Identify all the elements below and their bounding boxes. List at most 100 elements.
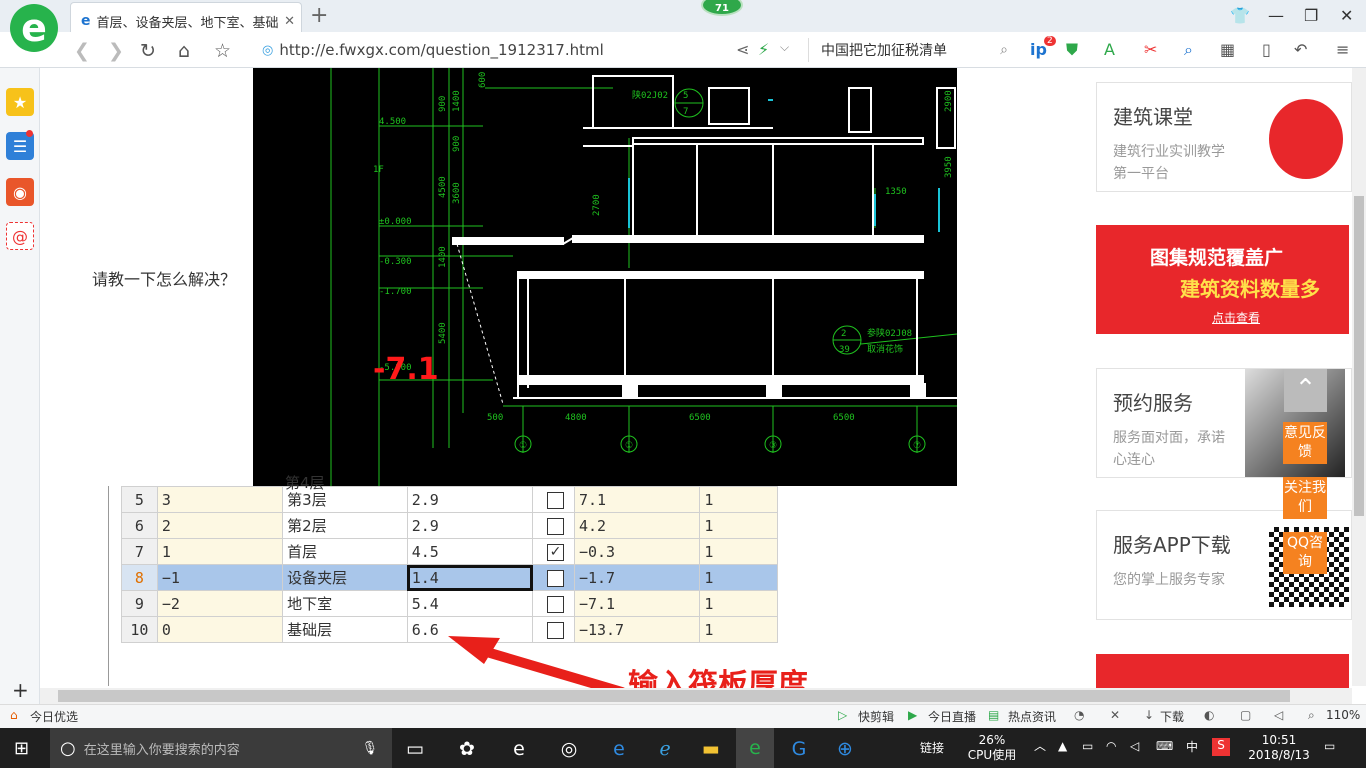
- volume-icon[interactable]: ◁: [1130, 739, 1139, 754]
- mail-icon[interactable]: @: [6, 222, 34, 250]
- search-input[interactable]: 中国把它加征税清单 ⌕: [808, 38, 1008, 62]
- bottom-elevation-cell[interactable]: 4.2: [573, 512, 701, 539]
- status-today-picks[interactable]: 今日优选: [30, 708, 78, 725]
- banner-cta[interactable]: 点击查看: [1212, 309, 1260, 326]
- notify-bell-icon[interactable]: ▲: [1058, 739, 1067, 754]
- checkbox[interactable]: [547, 517, 564, 535]
- clock[interactable]: 10:51 2018/8/13: [1244, 733, 1314, 763]
- floor-name-cell[interactable]: 设备夹层: [282, 564, 408, 591]
- bottom-elevation-cell[interactable]: −1.7: [573, 564, 701, 591]
- shield-icon[interactable]: ⛊: [1066, 40, 1078, 60]
- status-item[interactable]: 今日直播: [928, 708, 976, 725]
- same-floors-cell[interactable]: 1: [699, 616, 778, 643]
- scissors-icon[interactable]: ✂: [1144, 40, 1157, 59]
- row-number[interactable]: 8: [121, 564, 158, 591]
- taskbar-search-input[interactable]: ○ 在这里输入你要搜索的内容 🎙: [50, 728, 392, 768]
- weibo-icon[interactable]: ◉: [6, 178, 34, 206]
- same-floors-cell[interactable]: 1: [699, 538, 778, 565]
- share-icon[interactable]: ⋖: [736, 40, 749, 59]
- row-number[interactable]: 5: [121, 486, 158, 513]
- mic-icon[interactable]: 🎙: [361, 741, 378, 756]
- shirt-skin-icon[interactable]: 👕: [1230, 6, 1250, 25]
- translate-icon[interactable]: A: [1104, 40, 1115, 59]
- cpu-meter[interactable]: 26% CPU使用: [964, 733, 1020, 763]
- floor-code-cell[interactable]: −2: [156, 590, 284, 617]
- row-number[interactable]: 6: [121, 512, 158, 539]
- floor-height-cell[interactable]: 2.9: [406, 486, 534, 513]
- bottom-elevation-cell[interactable]: −0.3: [573, 538, 701, 565]
- ime-indicator[interactable]: 中: [1186, 740, 1198, 755]
- bookmark-star-icon[interactable]: ☆: [214, 40, 231, 62]
- minimize-button[interactable]: —: [1268, 6, 1284, 25]
- qq-consult-button[interactable]: QQ咨询: [1283, 532, 1327, 574]
- battery-icon[interactable]: ▭: [1082, 739, 1093, 754]
- forward-button[interactable]: ❯: [108, 40, 124, 62]
- sound-icon[interactable]: ◁: [1274, 708, 1283, 722]
- add-sidebar-button[interactable]: +: [12, 678, 29, 702]
- table-row[interactable]: 8 −1 设备夹层 1.4 −1.7 1: [121, 564, 778, 591]
- plus-app-icon[interactable]: ⊕: [830, 735, 860, 763]
- close-window-button[interactable]: ✕: [1340, 6, 1353, 25]
- undo-icon[interactable]: ↶: [1294, 40, 1307, 59]
- action-center-icon[interactable]: ▭: [1324, 739, 1335, 754]
- promo-banner[interactable]: 图集规范覆盖广 建筑资料数量多 点击查看: [1096, 225, 1349, 334]
- status-item[interactable]: 快剪辑: [858, 708, 894, 725]
- first-floor-checkbox-cell[interactable]: ✓: [532, 538, 575, 565]
- checkbox[interactable]: ✓: [547, 543, 564, 561]
- floor-code-cell[interactable]: 2: [156, 512, 284, 539]
- checkbox[interactable]: [547, 569, 564, 587]
- floor-name-cell[interactable]: 第2层: [282, 512, 408, 539]
- table-row[interactable]: 9 −2 地下室 5.4 −7.1 1: [121, 590, 778, 617]
- keyboard-icon[interactable]: ⌨: [1156, 739, 1173, 754]
- first-floor-checkbox-cell[interactable]: [532, 564, 575, 591]
- apps-icon[interactable]: ▦: [1220, 40, 1235, 59]
- bottom-elevation-cell[interactable]: 7.1: [573, 486, 701, 513]
- tab-active[interactable]: e 首层、设备夹层、地下室、基础层 ✕: [70, 2, 302, 32]
- floor-name-cell[interactable]: 首层: [282, 538, 408, 565]
- new-tab-button[interactable]: +: [310, 3, 328, 28]
- pinwheel-app-icon[interactable]: ✿: [452, 735, 482, 763]
- same-floors-cell[interactable]: 1: [699, 590, 778, 617]
- floor-code-cell[interactable]: −1: [156, 564, 284, 591]
- promo-banner-2[interactable]: [1096, 654, 1349, 688]
- zoom-level[interactable]: 110%: [1326, 708, 1360, 722]
- floor-height-cell[interactable]: 2.9: [406, 512, 534, 539]
- sogou-icon[interactable]: S: [1212, 738, 1230, 756]
- chevron-down-icon[interactable]: ⌵: [780, 40, 789, 55]
- floor-code-cell[interactable]: 1: [156, 538, 284, 565]
- wifi-icon[interactable]: ◠: [1106, 739, 1116, 754]
- task-view-icon[interactable]: ▭: [400, 735, 430, 763]
- follow-us-button[interactable]: 关注我们: [1283, 477, 1327, 519]
- speed-icon[interactable]: ◔: [1074, 708, 1084, 722]
- table-row[interactable]: 6 2 第2层 2.9 4.2 1: [121, 512, 778, 539]
- theme-icon[interactable]: ◐: [1204, 708, 1214, 722]
- window-icon[interactable]: ▢: [1240, 708, 1251, 722]
- gift-icon[interactable]: ⌂: [10, 708, 18, 722]
- tab-close-icon[interactable]: ✕: [284, 14, 295, 29]
- same-floors-cell[interactable]: 1: [699, 486, 778, 513]
- restore-button[interactable]: ❐: [1304, 6, 1318, 25]
- windows-start-icon[interactable]: ⊞: [14, 738, 29, 759]
- floor-height-cell[interactable]: 5.4: [406, 590, 534, 617]
- status-item[interactable]: 下载: [1160, 708, 1184, 725]
- status-item[interactable]: 热点资讯: [1008, 708, 1056, 725]
- star-icon[interactable]: ★: [6, 88, 34, 116]
- row-number[interactable]: 10: [121, 616, 158, 643]
- reader-icon[interactable]: ▯: [1262, 40, 1271, 59]
- edge-icon[interactable]: e: [604, 735, 634, 763]
- feedback-button[interactable]: 意见反馈: [1283, 422, 1327, 464]
- same-floors-cell[interactable]: 1: [699, 512, 778, 539]
- browser-app-icon[interactable]: ◎: [554, 735, 584, 763]
- floor-name-cell[interactable]: 地下室: [282, 590, 408, 617]
- first-floor-checkbox-cell[interactable]: [532, 486, 575, 513]
- taskbar-link[interactable]: 链接: [920, 741, 944, 756]
- back-button[interactable]: ❮: [74, 40, 90, 62]
- active-browser-task-icon[interactable]: e: [736, 728, 774, 768]
- floor-height-cell[interactable]: 1.4: [406, 564, 534, 591]
- magnifier-icon[interactable]: ⌕: [1184, 40, 1193, 60]
- same-floors-cell[interactable]: 1: [699, 564, 778, 591]
- tray-chevron-icon[interactable]: ︿: [1034, 739, 1046, 754]
- first-floor-checkbox-cell[interactable]: [532, 512, 575, 539]
- vertical-scroll-thumb[interactable]: [1354, 196, 1364, 516]
- floor-code-cell[interactable]: 0: [156, 616, 284, 643]
